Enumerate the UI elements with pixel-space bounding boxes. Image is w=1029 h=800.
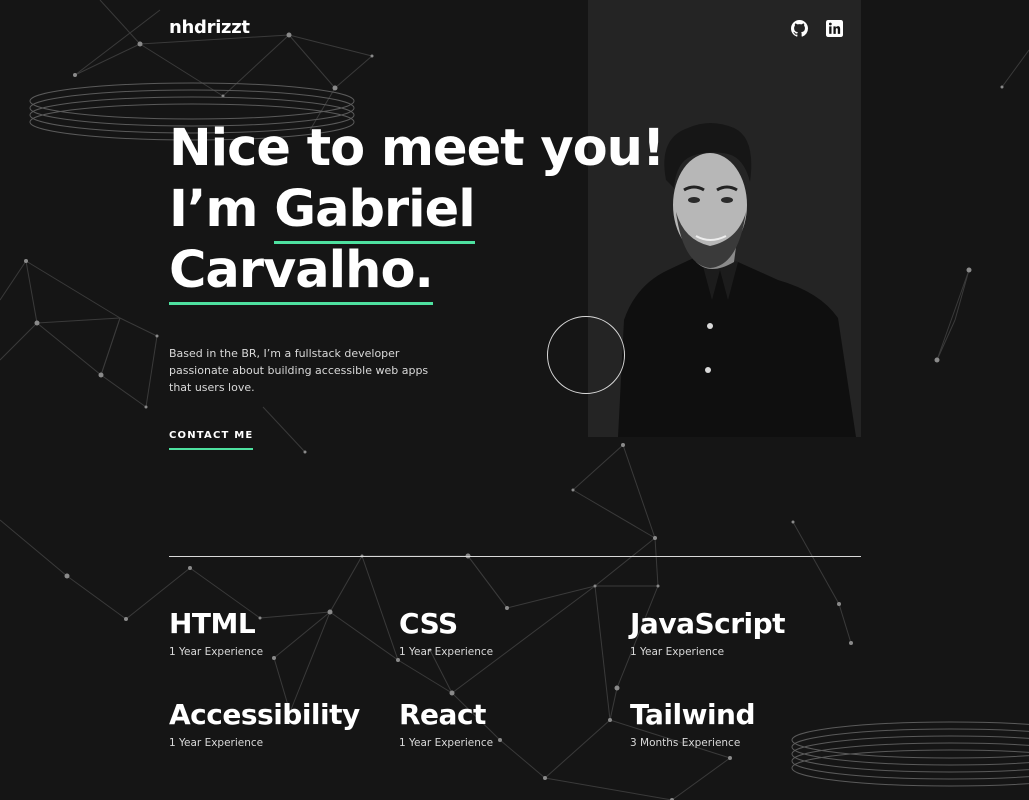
- skill-experience: 1 Year Experience: [169, 646, 264, 658]
- skill-name: Tailwind: [630, 698, 756, 731]
- linkedin-icon[interactable]: [826, 20, 843, 37]
- site-logo[interactable]: nhdrizzt: [169, 17, 250, 38]
- skill-name: JavaScript: [630, 607, 786, 640]
- skill-experience: 1 Year Experience: [169, 737, 264, 749]
- hero-name-last: Carvalho.: [169, 241, 434, 305]
- skill-item-accessibility: Accessibility 1 Year Experience: [169, 698, 360, 750]
- portfolio-page: nhdrizzt Nice to meet you! I’m Gabriel C…: [0, 0, 1029, 800]
- hero-heading-prefix: I’m: [169, 180, 275, 239]
- hero-description: Based in the BR, I’m a fullstack develop…: [169, 347, 429, 394]
- skill-experience: 3 Months Experience: [630, 737, 741, 749]
- skill-experience: 1 Year Experience: [399, 737, 494, 749]
- section-divider: [169, 556, 861, 557]
- skill-experience: 1 Year Experience: [630, 646, 725, 658]
- hero-heading-line-1: Nice to meet you!: [169, 119, 665, 178]
- skill-item-html: HTML 1 Year Experience: [169, 607, 264, 659]
- hero-heading-line-2: I’m Gabriel: [169, 179, 639, 244]
- skill-name: React: [399, 698, 486, 731]
- skill-name: Accessibility: [169, 698, 360, 731]
- skill-name: HTML: [169, 607, 256, 640]
- skill-experience: 1 Year Experience: [399, 646, 494, 658]
- skill-item-javascript: JavaScript 1 Year Experience: [630, 607, 786, 659]
- hero-heading: Nice to meet you! I’m Gabriel Carvalho.: [169, 118, 665, 305]
- skill-item-react: React 1 Year Experience: [399, 698, 494, 750]
- github-icon[interactable]: [791, 20, 808, 37]
- skill-item-css: CSS 1 Year Experience: [399, 607, 494, 659]
- skill-item-tailwind: Tailwind 3 Months Experience: [630, 698, 756, 750]
- contact-circle-decoration: [547, 316, 625, 394]
- hero-heading-line-3: Carvalho.: [169, 240, 639, 305]
- hero-name-first: Gabriel: [274, 180, 476, 244]
- skill-name: CSS: [399, 607, 458, 640]
- contact-me-button[interactable]: CONTACT ME: [169, 430, 254, 450]
